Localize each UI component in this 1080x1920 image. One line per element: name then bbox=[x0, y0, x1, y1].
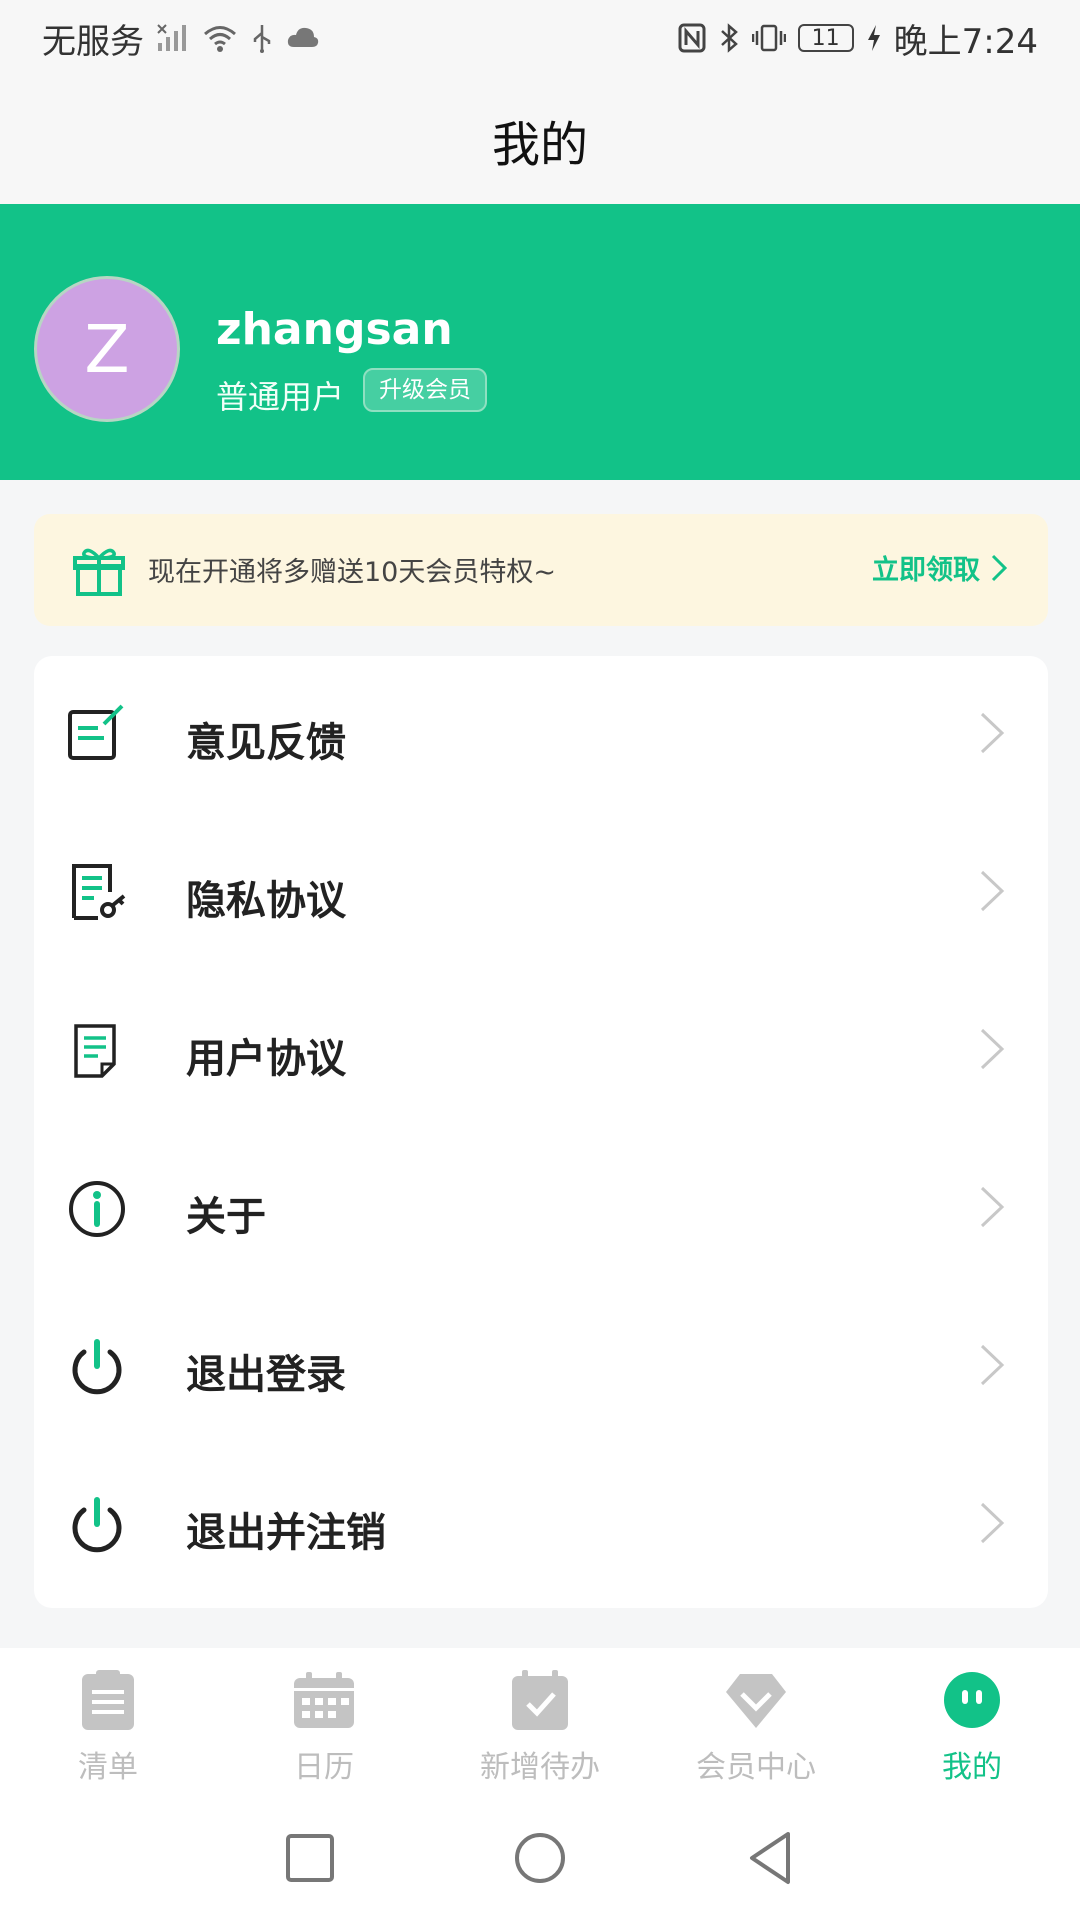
battery-icon: 11 bbox=[797, 24, 854, 52]
chevron-right-icon bbox=[991, 554, 1008, 581]
menu-item-logout-deregister[interactable]: 退出并注销 bbox=[34, 1446, 1048, 1604]
calendar-icon bbox=[294, 1672, 354, 1728]
tab-label: 会员中心 bbox=[696, 1750, 816, 1785]
gift-icon bbox=[73, 548, 125, 596]
tab-mine[interactable]: 我的 bbox=[864, 1648, 1080, 1794]
user-type: 普通用户 bbox=[216, 378, 345, 416]
clipboard-list-icon bbox=[82, 1670, 134, 1730]
menu-item-label: 关于 bbox=[186, 1194, 266, 1240]
usb-icon bbox=[253, 25, 271, 53]
system-nav-bar bbox=[0, 1794, 1080, 1920]
home-button[interactable] bbox=[510, 1828, 570, 1888]
bluetooth-icon bbox=[720, 23, 738, 53]
carrier-text: 无服务 bbox=[42, 21, 144, 62]
menu-item-label: 退出登录 bbox=[186, 1352, 346, 1398]
chevron-right-icon bbox=[980, 870, 1005, 912]
power-icon bbox=[72, 1339, 122, 1395]
page-title: 我的 bbox=[491, 117, 588, 173]
settings-menu: 意见反馈 隐私协议 用户协议 关于 退出登录 退出并注销 bbox=[34, 656, 1048, 1608]
menu-item-about[interactable]: 关于 bbox=[34, 1130, 1048, 1288]
avatar-letter: Z bbox=[84, 310, 130, 388]
info-icon bbox=[69, 1181, 125, 1237]
menu-item-user-agreement[interactable]: 用户协议 bbox=[34, 972, 1048, 1130]
menu-item-label: 意见反馈 bbox=[186, 720, 346, 766]
profile-header: Z zhangsan 普通用户 升级会员 bbox=[0, 204, 1080, 480]
recent-apps-button[interactable] bbox=[280, 1828, 340, 1888]
chevron-right-icon bbox=[980, 1028, 1005, 1070]
smiley-face-icon bbox=[944, 1672, 1000, 1728]
tab-label: 日历 bbox=[294, 1750, 354, 1785]
chevron-right-icon bbox=[980, 1502, 1005, 1544]
vibrate-icon bbox=[751, 24, 786, 52]
calendar-check-icon bbox=[512, 1670, 568, 1730]
claim-now-link[interactable]: 立即领取 bbox=[872, 548, 1008, 587]
charging-icon bbox=[867, 25, 880, 51]
tab-label: 清单 bbox=[78, 1750, 138, 1785]
menu-item-privacy[interactable]: 隐私协议 bbox=[34, 814, 1048, 972]
status-bar: 无服务 11 晚上7:24 bbox=[0, 0, 1080, 76]
user-agreement-doc-icon bbox=[74, 1024, 116, 1078]
chevron-right-icon bbox=[980, 1186, 1005, 1228]
tab-label: 我的 bbox=[942, 1750, 1002, 1785]
status-left: 无服务 bbox=[42, 14, 320, 63]
tab-list[interactable]: 清单 bbox=[0, 1648, 216, 1794]
signal-off-icon bbox=[157, 24, 186, 51]
avatar[interactable]: Z bbox=[34, 276, 180, 422]
claim-now-label: 立即领取 bbox=[872, 555, 980, 586]
clock-text: 晚上7:24 bbox=[893, 21, 1038, 62]
promo-text: 现在开通将多赠送10天会员特权~ bbox=[148, 557, 556, 588]
menu-item-logout[interactable]: 退出登录 bbox=[34, 1288, 1048, 1446]
cloud-icon bbox=[287, 27, 319, 47]
status-right: 11 晚上7:24 bbox=[678, 14, 1038, 63]
menu-item-label: 用户协议 bbox=[186, 1036, 346, 1082]
chevron-right-icon bbox=[980, 712, 1005, 754]
menu-item-label: 隐私协议 bbox=[186, 878, 346, 924]
upgrade-membership-button[interactable]: 升级会员 bbox=[363, 368, 487, 412]
menu-item-label: 退出并注销 bbox=[186, 1510, 386, 1556]
tab-calendar[interactable]: 日历 bbox=[216, 1648, 432, 1794]
chevron-right-icon bbox=[980, 1344, 1005, 1386]
power-icon bbox=[72, 1497, 122, 1553]
wifi-icon bbox=[204, 26, 236, 52]
page-title-bar: 我的 bbox=[0, 76, 1080, 204]
back-button[interactable] bbox=[740, 1828, 800, 1888]
diamond-icon bbox=[726, 1674, 786, 1728]
nfc-icon bbox=[678, 23, 706, 53]
menu-item-feedback[interactable]: 意见反馈 bbox=[34, 656, 1048, 814]
username: zhangsan bbox=[216, 304, 453, 355]
tab-membership[interactable]: 会员中心 bbox=[648, 1648, 864, 1794]
privacy-doc-key-icon bbox=[72, 864, 126, 920]
feedback-edit-icon bbox=[68, 704, 124, 760]
bottom-tab-bar: 清单 日历 新增待办 会员中心 我的 bbox=[0, 1648, 1080, 1794]
tab-label: 新增待办 bbox=[480, 1750, 600, 1785]
tab-add-todo[interactable]: 新增待办 bbox=[432, 1648, 648, 1794]
promo-banner[interactable]: 现在开通将多赠送10天会员特权~ 立即领取 bbox=[34, 514, 1048, 626]
